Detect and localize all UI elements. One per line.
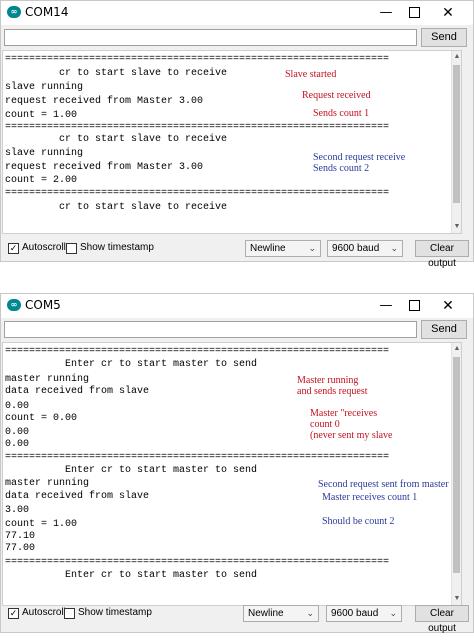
baud-rate-value: 9600 baud [332, 243, 380, 254]
output-line: data received from slave [5, 491, 150, 502]
output-line: Enter cr to start master to send [5, 570, 258, 581]
send-button[interactable]: Send [421, 320, 467, 339]
output-line: slave running [5, 82, 84, 93]
annotation: Second request receive Sends count 2 [313, 152, 406, 174]
annotation: Master running and sends request [297, 375, 368, 397]
show-timestamp-checkbox[interactable] [66, 243, 77, 254]
output-line: 77.00 [5, 543, 36, 554]
annotation: Second request sent from master [318, 479, 449, 490]
output-line: Enter cr to start master to send [5, 465, 258, 476]
chevron-down-icon: ⌄ [306, 608, 314, 618]
minimize-button[interactable]: — [371, 3, 401, 23]
close-button[interactable]: ✕ [433, 3, 463, 23]
show-timestamp-label: Show timestamp [78, 607, 152, 618]
serial-output-area[interactable]: ========================================… [2, 342, 462, 606]
window-title: COM14 [25, 5, 69, 19]
output-line: 0.00 [5, 439, 30, 450]
output-line: count = 1.00 [5, 519, 78, 530]
output-line: 3.00 [5, 505, 30, 516]
chevron-down-icon: ⌄ [308, 243, 316, 253]
title-bar: ∞ COM5 — ✕ [1, 294, 473, 318]
baud-rate-select[interactable]: 9600 baud ⌄ [326, 605, 402, 622]
output-line: cr to start slave to receive [5, 134, 228, 145]
clear-output-button[interactable]: Clear output [415, 240, 469, 269]
serial-monitor-window-com14: ∞ COM14 — ✕ Send =======================… [0, 0, 474, 269]
serial-input-field[interactable] [4, 29, 417, 46]
annotation: Request received [302, 90, 371, 101]
maximize-button[interactable] [399, 296, 429, 316]
annotation: Master "receives count 0 (never sent my … [310, 408, 393, 441]
maximize-icon [408, 300, 420, 311]
autoscroll-checkbox[interactable]: ✓ [8, 243, 19, 254]
output-line: ========================================… [5, 452, 390, 463]
minimize-button[interactable]: — [371, 296, 401, 316]
output-line: request received from Master 3.00 [5, 96, 204, 107]
output-line: 0.00 [5, 427, 30, 438]
serial-input-field[interactable] [4, 321, 417, 338]
output-line: request received from Master 3.00 [5, 162, 204, 173]
line-ending-select[interactable]: Newline ⌄ [243, 605, 319, 622]
output-line: cr to start slave to receive [5, 202, 228, 213]
window-title: COM5 [25, 298, 61, 312]
send-row: Send [1, 320, 473, 340]
vertical-scrollbar[interactable]: ▲ ▼ [451, 51, 461, 233]
annotation: Sends count 1 [313, 108, 370, 119]
output-line: ========================================… [5, 557, 390, 568]
maximize-icon [408, 7, 420, 18]
annotation: Master receives count 1 [322, 492, 418, 503]
output-line: data received from slave [5, 386, 150, 397]
close-button[interactable]: ✕ [433, 296, 463, 316]
output-line: ========================================… [5, 122, 390, 133]
scrollbar-thumb[interactable] [453, 357, 460, 573]
baud-rate-select[interactable]: 9600 baud ⌄ [327, 240, 403, 257]
output-line: 77.10 [5, 531, 36, 542]
output-line: ========================================… [5, 346, 390, 357]
output-line: ========================================… [5, 188, 390, 199]
output-line: count = 0.00 [5, 413, 78, 424]
line-ending-value: Newline [250, 243, 286, 254]
serial-output-area[interactable]: ========================================… [2, 50, 462, 234]
annotation: Should be count 2 [322, 516, 395, 527]
maximize-button[interactable] [399, 3, 429, 23]
clear-output-button[interactable]: Clear output [415, 605, 469, 634]
output-line: count = 2.00 [5, 175, 78, 186]
line-ending-select[interactable]: Newline ⌄ [245, 240, 321, 257]
show-timestamp-label: Show timestamp [80, 242, 154, 253]
autoscroll-label: Autoscroll [22, 242, 66, 253]
arduino-logo-icon: ∞ [7, 299, 21, 311]
autoscroll-label: Autoscroll [22, 607, 66, 618]
scroll-down-icon[interactable]: ▼ [452, 221, 461, 233]
scrollbar-thumb[interactable] [453, 65, 460, 203]
arduino-logo-icon: ∞ [7, 6, 21, 18]
send-button[interactable]: Send [421, 28, 467, 47]
vertical-scrollbar[interactable]: ▲ ▼ [451, 343, 461, 605]
chevron-down-icon: ⌄ [389, 608, 397, 618]
line-ending-value: Newline [248, 608, 284, 619]
output-line: Enter cr to start master to send [5, 359, 258, 370]
scroll-up-icon[interactable]: ▲ [452, 343, 461, 355]
serial-monitor-window-com5: ∞ COM5 — ✕ Send ========================… [0, 293, 474, 634]
output-line: ========================================… [5, 54, 390, 65]
bottom-toolbar: ✓ Autoscroll Show timestamp Newline ⌄ 96… [1, 238, 473, 269]
output-line: 0.00 [5, 401, 30, 412]
autoscroll-checkbox[interactable]: ✓ [8, 608, 19, 619]
annotation: Slave started [285, 69, 337, 80]
bottom-toolbar: ✓ Autoscroll Show timestamp Newline ⌄ 96… [1, 603, 473, 634]
output-line: master running [5, 478, 90, 489]
baud-rate-value: 9600 baud [331, 608, 379, 619]
chevron-down-icon: ⌄ [390, 243, 398, 253]
show-timestamp-checkbox[interactable] [64, 608, 75, 619]
output-line: master running [5, 374, 90, 385]
send-row: Send [1, 28, 473, 48]
title-bar: ∞ COM14 — ✕ [1, 1, 473, 25]
output-line: cr to start slave to receive [5, 68, 228, 79]
output-line: slave running [5, 148, 84, 159]
scroll-up-icon[interactable]: ▲ [452, 51, 461, 63]
output-line: count = 1.00 [5, 110, 78, 121]
